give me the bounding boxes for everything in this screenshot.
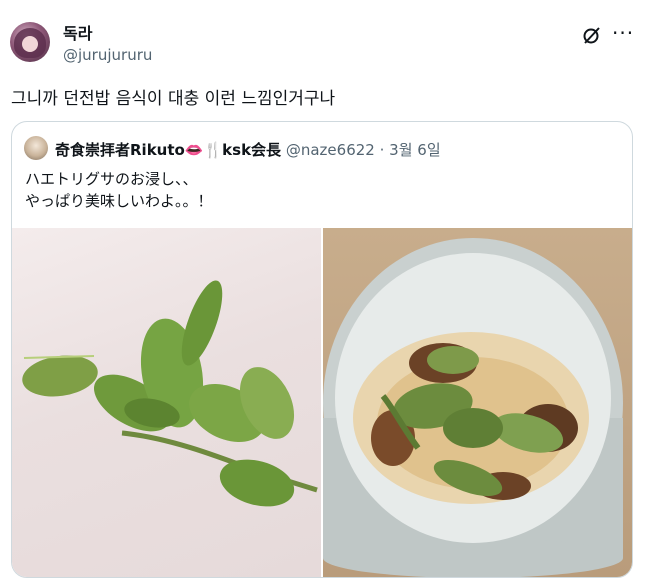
- more-icon[interactable]: ···: [612, 23, 634, 43]
- author-handle[interactable]: @jurujururu: [63, 46, 152, 64]
- avatar[interactable]: [10, 22, 50, 62]
- quoted-date: 3월 6일: [389, 141, 441, 159]
- quoted-text-line: ハエトリグサのお浸し、、: [25, 170, 198, 188]
- tweet-text: 그니까 던전밥 음식이 대충 이런 느낌인거구나: [11, 89, 336, 109]
- quoted-image-bowl[interactable]: [323, 228, 632, 577]
- grok-icon[interactable]: [582, 25, 602, 45]
- quoted-tweet[interactable]: 奇食崇拝者Rikuto👄🍴ksk会長 @naze6622 · 3월 6일 ハエト…: [11, 121, 633, 578]
- quoted-image-flytrap[interactable]: [12, 228, 321, 577]
- quoted-avatar: [24, 136, 48, 160]
- quoted-display-name: 奇食崇拝者Rikuto👄🍴ksk会長: [55, 141, 282, 159]
- quoted-header: 奇食崇拝者Rikuto👄🍴ksk会長 @naze6622 · 3월 6일: [55, 139, 441, 160]
- author-display-name[interactable]: 독라: [63, 20, 92, 44]
- avatar-face: [22, 36, 38, 52]
- quoted-text: ハエトリグサのお浸し、、 やっぱり美味しいわよ。。！: [25, 168, 213, 212]
- quoted-separator: ·: [379, 141, 385, 159]
- quoted-text-line: やっぱり美味しいわよ。。！: [25, 192, 213, 210]
- quoted-handle: @naze6622: [285, 141, 375, 159]
